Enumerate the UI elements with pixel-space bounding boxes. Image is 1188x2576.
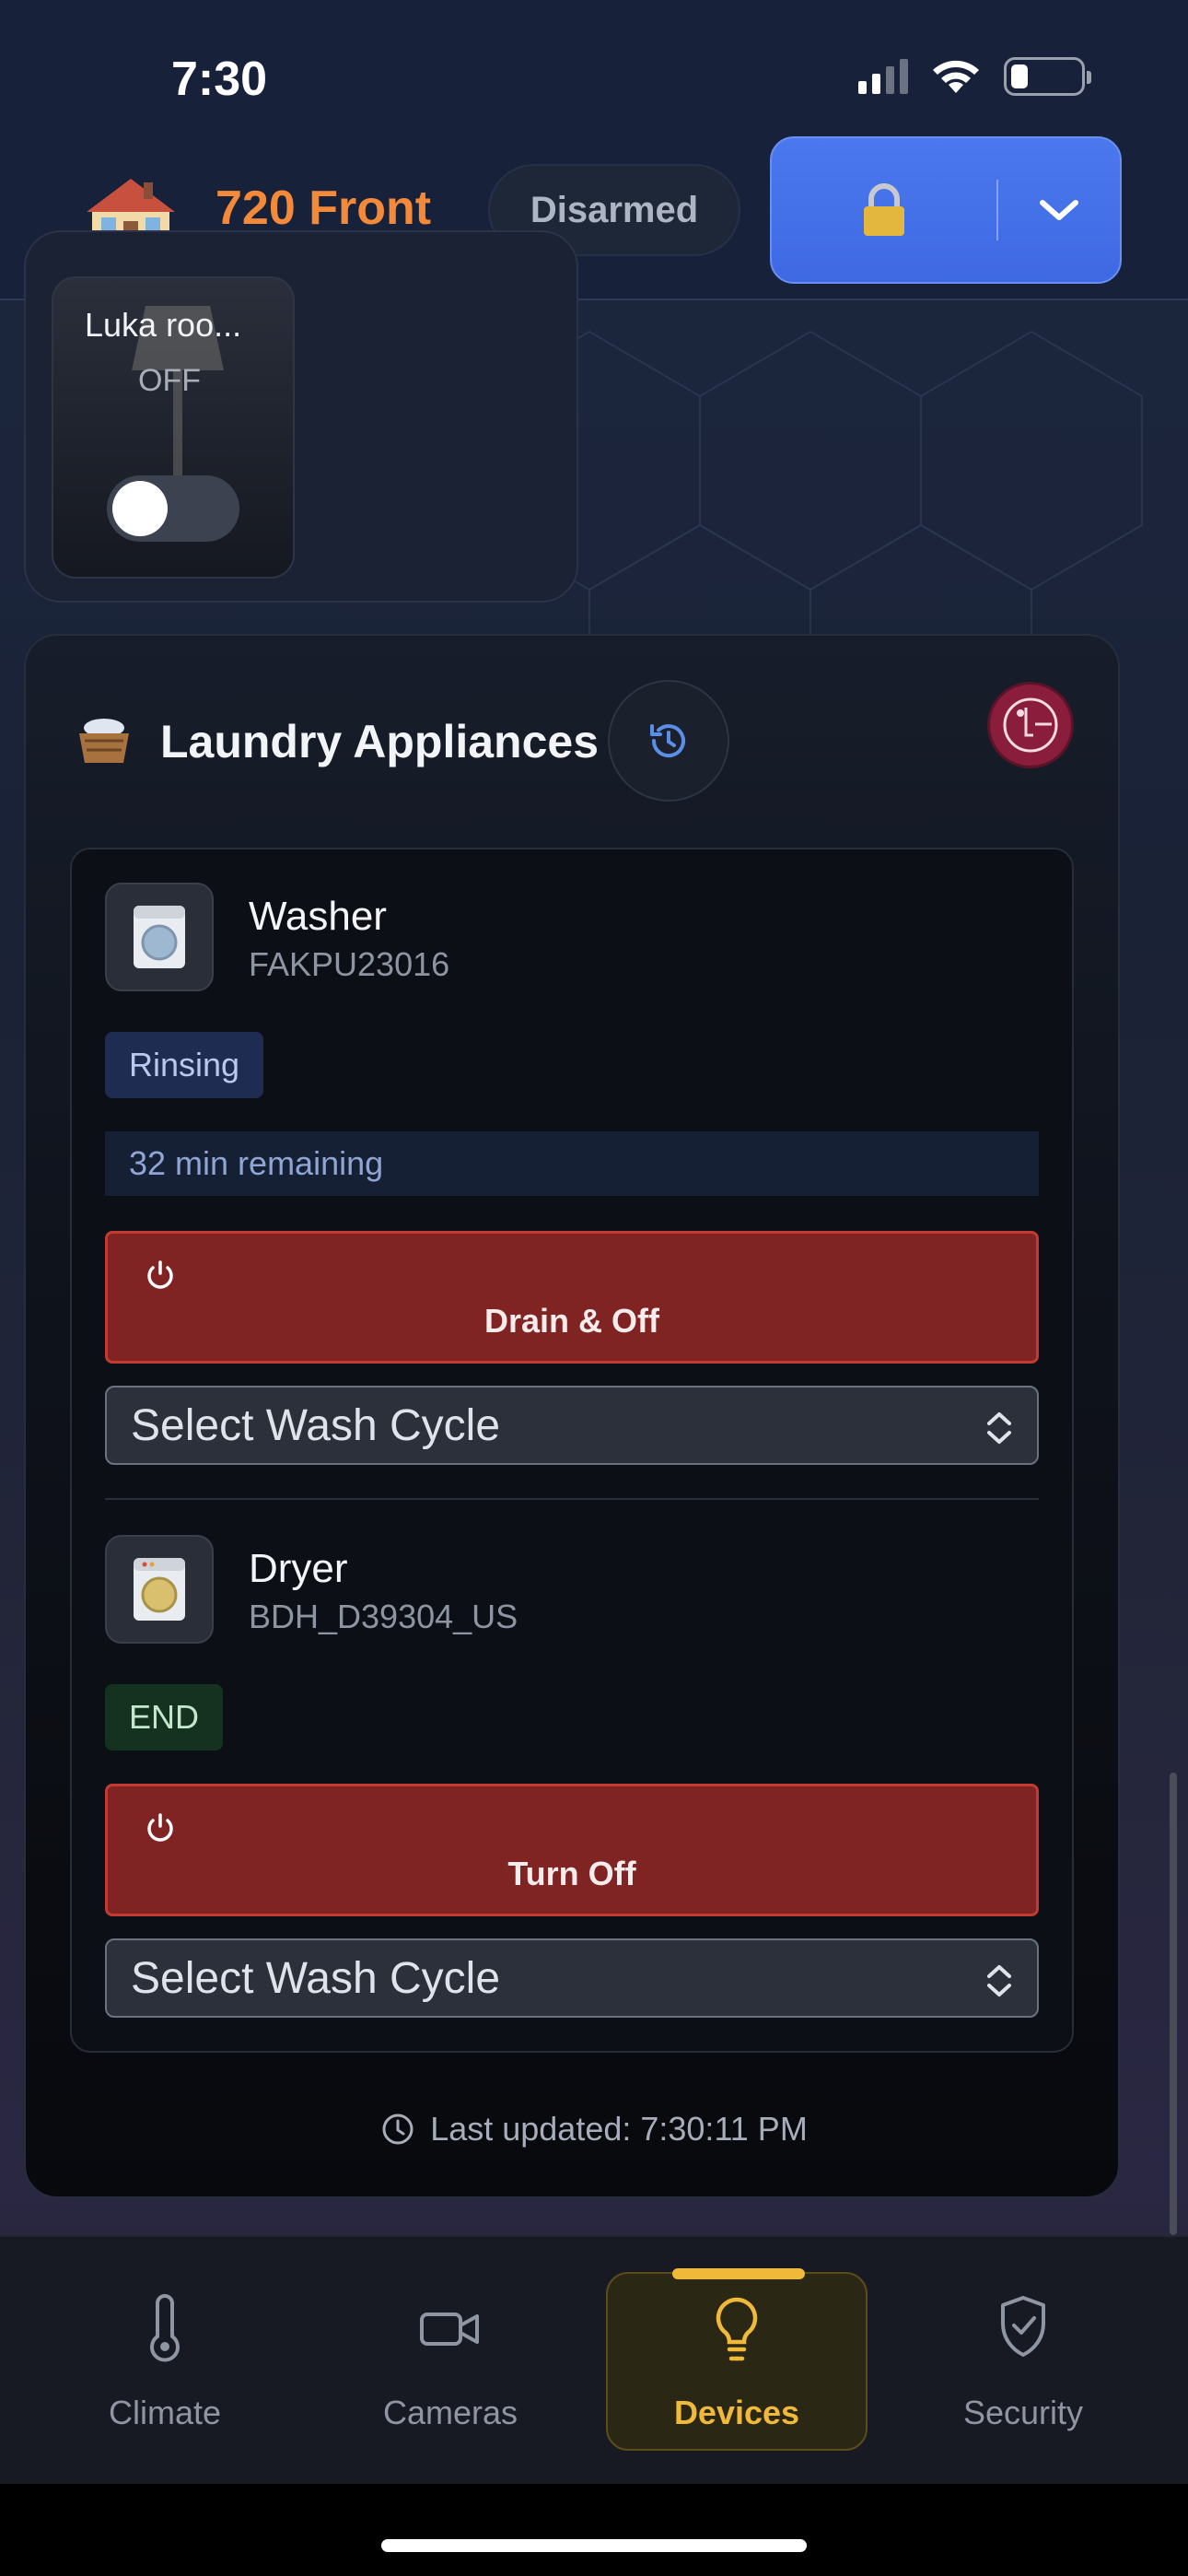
dryer-status-badge: END — [105, 1684, 224, 1751]
updown-chevron-icon — [987, 1412, 1011, 1444]
lightbulb-icon — [716, 2297, 758, 2361]
thermometer-icon — [150, 2294, 180, 2362]
nav-cameras[interactable]: Cameras — [317, 2237, 584, 2486]
turn-off-label: Turn Off — [507, 1855, 636, 1892]
nav-cameras-label: Cameras — [382, 2394, 518, 2431]
washer-icon — [105, 883, 214, 991]
updown-chevron-icon — [987, 1965, 1011, 1996]
lg-logo — [987, 682, 1074, 768]
history-button[interactable] — [608, 680, 729, 802]
washer-status-badge: Rinsing — [105, 1032, 264, 1098]
dryer-model: BDH_D39304_US — [249, 1598, 518, 1635]
home-indicator-area — [0, 2484, 1188, 2576]
battery-icon — [1004, 57, 1091, 96]
chevron-down-icon — [1040, 200, 1078, 220]
drain-and-off-button[interactable]: Drain & Off — [105, 1231, 1039, 1364]
lock-control-button[interactable] — [770, 136, 1122, 284]
nav-climate[interactable]: Climate — [31, 2237, 298, 2486]
history-icon — [650, 724, 685, 758]
active-indicator — [672, 2268, 805, 2279]
turn-off-button[interactable]: Turn Off — [105, 1784, 1039, 1916]
light-name: Luka roo... — [85, 306, 242, 344]
last-updated-text: Last updated: 7:30:11 PM — [430, 2110, 808, 2148]
lock-dropdown-button[interactable] — [998, 197, 1120, 223]
appliance-divider — [105, 1498, 1039, 1500]
dryer-cycle-select[interactable]: Select Wash Cycle — [105, 1938, 1039, 2018]
lock-button[interactable] — [772, 138, 996, 282]
clock-icon — [382, 2113, 413, 2145]
nav-security[interactable]: Security — [890, 2237, 1157, 2486]
last-updated-row: Last updated: 7:30:11 PM — [0, 2110, 1188, 2149]
laundry-title: Laundry Appliances — [160, 716, 600, 767]
nav-devices-label: Devices — [673, 2394, 800, 2431]
dryer-cycle-select-label: Select Wash Cycle — [131, 1953, 501, 2003]
home-indicator[interactable] — [381, 2539, 807, 2552]
nav-security-label: Security — [962, 2394, 1084, 2431]
laundry-basket-icon — [79, 719, 129, 763]
cellular-signal-icon — [858, 59, 908, 94]
lg-brand-icon — [1003, 697, 1058, 753]
dryer-icon — [105, 1535, 214, 1644]
light-toggle[interactable] — [107, 475, 239, 542]
video-camera-icon — [420, 2313, 479, 2346]
status-time: 7:30 — [171, 53, 268, 106]
washer-name: Washer — [249, 894, 387, 939]
power-icon — [147, 1260, 173, 1289]
wifi-icon — [933, 60, 979, 93]
home-title[interactable]: 720 Front — [215, 181, 431, 236]
washer-model: FAKPU23016 — [249, 945, 450, 983]
washer-cycle-select-label: Select Wash Cycle — [131, 1400, 501, 1450]
drain-and-off-label: Drain & Off — [483, 1302, 659, 1340]
nav-climate-label: Climate — [108, 2394, 222, 2431]
lock-icon — [864, 183, 904, 236]
nav-devices[interactable]: Devices — [606, 2268, 868, 2451]
power-icon — [147, 1813, 173, 1842]
shield-check-icon — [1001, 2296, 1045, 2357]
dryer-name: Dryer — [249, 1546, 348, 1591]
toggle-knob — [112, 481, 168, 536]
status-icons — [858, 57, 1091, 96]
washer-cycle-select[interactable]: Select Wash Cycle — [105, 1386, 1039, 1465]
washer-remaining-time: 32 min remaining — [105, 1131, 1039, 1196]
light-state: OFF — [138, 363, 201, 398]
bottom-nav: Climate Cameras Devices Security — [0, 2235, 1188, 2484]
scrollbar[interactable] — [1170, 1773, 1177, 2235]
